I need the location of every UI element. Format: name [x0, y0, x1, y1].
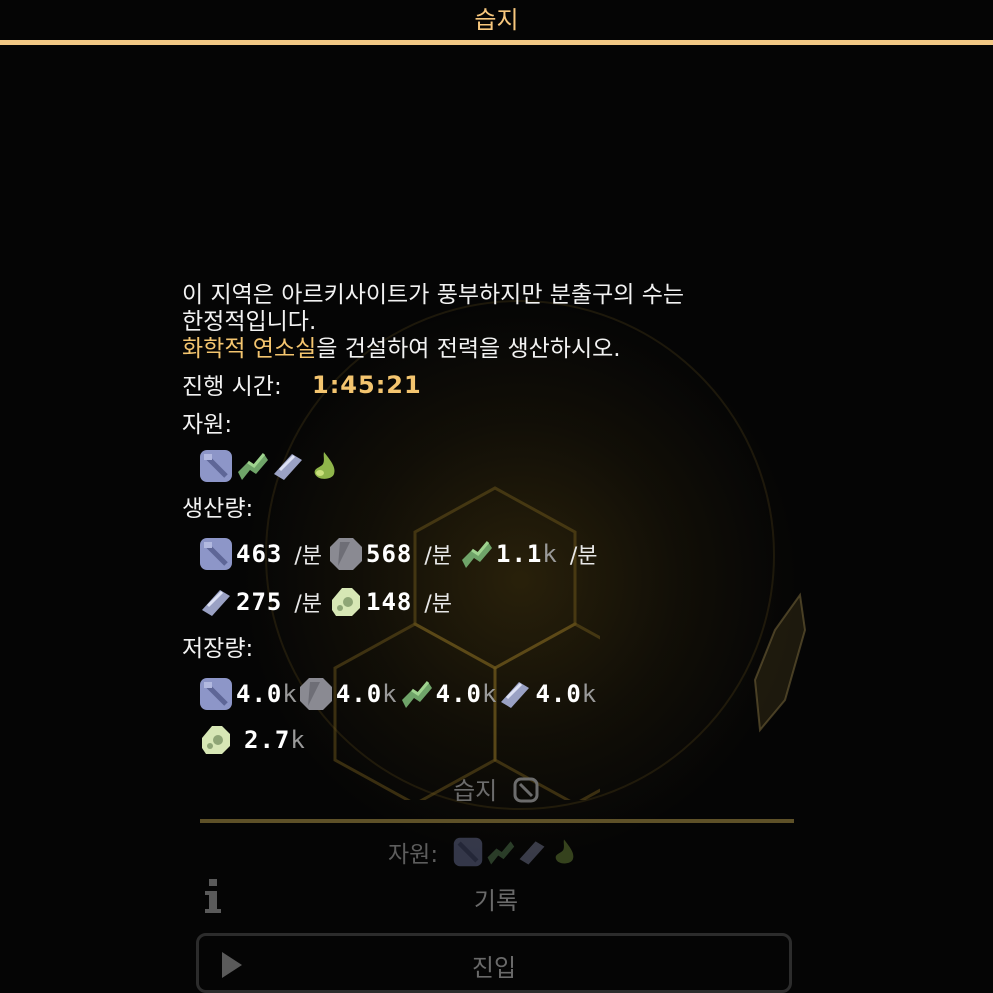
graphite-icon: [519, 841, 545, 865]
block-link-chemical-combustion-chamber[interactable]: 화학적 연소실: [182, 336, 316, 362]
production-tungsten-number: 1.1: [496, 540, 543, 568]
arkycite-icon: [314, 452, 335, 479]
storage-beryllium-value: 4.0k: [236, 680, 298, 708]
tungsten-icon: [238, 453, 268, 480]
sector-description: 이 지역은 아르키사이트가 풍부하지만 분출구의 수는 한정적입니다. 화학적 …: [182, 282, 782, 363]
production-tungsten-value: 1.1k: [496, 540, 558, 568]
resources-label: 자원:: [182, 412, 233, 438]
graphite-icon: [501, 682, 530, 708]
storage-beryllium-number: 4.0: [236, 680, 283, 708]
enter-button-label: 진입: [471, 954, 517, 982]
storage-tungsten-suffix: k: [481, 680, 498, 708]
sand-icon: [299, 678, 332, 710]
tungsten-icon: [487, 841, 515, 865]
storage-sand-value: 4.0k: [336, 680, 398, 708]
tungsten-icon: [401, 681, 432, 708]
crystal-decoration: [753, 592, 807, 733]
production-row-2: 275 /분 148 /분: [198, 584, 458, 620]
storage-silicon-number: 2.7: [244, 726, 291, 754]
description-rest: 을 건설하여 전력을 생산하시오.: [316, 336, 621, 362]
sector-panel: 습지 자원: 기록 진입: [196, 755, 796, 993]
sector-panel-title: 습지: [196, 771, 796, 806]
info-button-label: 기록: [473, 887, 519, 915]
storage-label: 저장량:: [182, 636, 254, 662]
beryllium-icon: [200, 538, 232, 570]
sector-panel-resources-label: 자원:: [388, 842, 439, 868]
silicon-icon: [202, 726, 230, 754]
production-unit: /분: [294, 544, 323, 569]
production-unit: /분: [424, 544, 453, 569]
production-beryllium-value: 463: [236, 540, 283, 568]
beryllium-icon: [200, 678, 232, 710]
production-unit: /분: [294, 592, 323, 617]
sand-icon: [330, 538, 363, 570]
production-graphite-value: 275: [236, 588, 283, 616]
production-silicon-value: 148: [366, 588, 413, 616]
graphite-icon: [274, 454, 302, 480]
description-line-3: 화학적 연소실을 건설하여 전력을 생산하시오.: [182, 336, 782, 363]
sector-hex-map: [333, 486, 600, 800]
storage-tungsten-value: 4.0k: [436, 680, 498, 708]
silicon-icon: [332, 588, 361, 616]
beryllium-icon: [453, 837, 483, 867]
description-line-1: 이 지역은 아르키사이트가 풍부하지만 분출구의 수는: [182, 282, 685, 308]
storage-silicon-suffix: k: [290, 726, 306, 754]
storage-tungsten-number: 4.0: [435, 680, 482, 708]
storage-row-1: 4.0k 4.0k 4.0k 4.0k: [198, 676, 597, 712]
sector-panel-resource-icons: [452, 836, 580, 868]
sector-panel-divider: [200, 819, 794, 823]
storage-row-2: 2.7k: [198, 722, 306, 758]
info-button[interactable]: 기록: [196, 873, 796, 917]
storage-sand-suffix: k: [382, 680, 398, 708]
resources-icons: [198, 448, 342, 484]
production-sand-value: 568: [366, 540, 413, 568]
elapsed-time-label: 진행 시간:: [182, 374, 282, 400]
no-entry-icon: [513, 777, 539, 803]
graphite-icon: [202, 590, 230, 616]
description-line-2: 한정적입니다.: [182, 309, 317, 335]
storage-graphite-number: 4.0: [535, 680, 582, 708]
storage-graphite-value: 4.0k: [535, 680, 597, 708]
sector-title: 습지: [474, 6, 519, 34]
sector-panel-title-text: 습지: [453, 777, 498, 805]
production-tungsten-suffix: k: [542, 540, 558, 568]
storage-graphite-suffix: k: [581, 680, 598, 708]
storage-sand-number: 4.0: [335, 680, 383, 708]
production-label: 생산량:: [182, 496, 254, 522]
production-row-1: 463 /분 568 /분 1.1k /분: [198, 536, 604, 572]
storage-beryllium-suffix: k: [282, 680, 298, 708]
header-divider: [0, 40, 993, 45]
tungsten-icon: [462, 541, 493, 568]
sector-panel-resources: 자원:: [388, 835, 580, 869]
production-unit: /분: [569, 544, 598, 569]
enter-button[interactable]: 진입: [196, 933, 792, 993]
storage-silicon-value: 2.7k: [244, 726, 306, 754]
production-unit: /분: [424, 592, 453, 617]
arkycite-icon: [555, 839, 574, 864]
elapsed-time-value: 1:45:21: [312, 371, 422, 399]
beryllium-icon: [200, 450, 232, 482]
